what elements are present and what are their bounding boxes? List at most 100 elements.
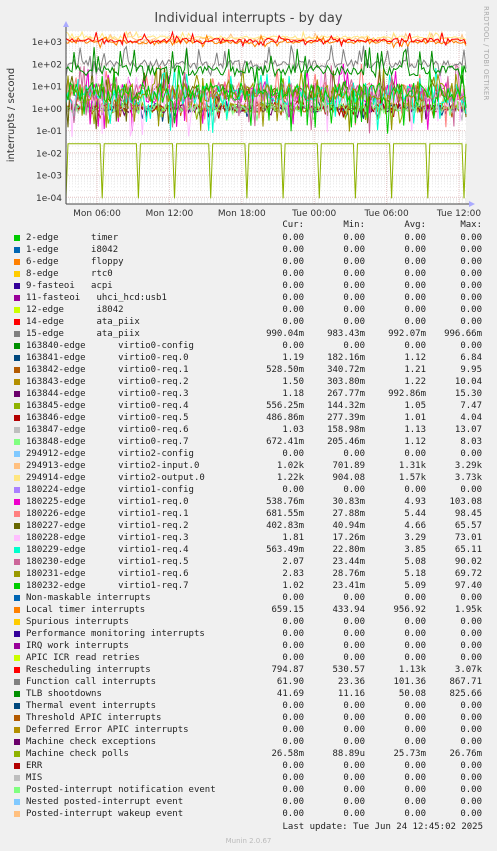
legend-swatch: [14, 283, 20, 289]
legend-value-min: 0.00: [343, 797, 365, 807]
legend-swatch: [14, 691, 20, 697]
legend-value-cur: 1.19: [282, 353, 304, 363]
legend-swatch: [14, 655, 20, 661]
legend-value-min: 0.00: [343, 617, 365, 627]
legend-value-max: 90.02: [454, 557, 482, 567]
legend-value-max: 4.04: [460, 413, 482, 423]
legend-value-max: 0.00: [460, 653, 482, 663]
legend-series-name: 163841-edge virtio0-req.0: [26, 353, 189, 363]
legend-series-name: 180231-edge virtio1-req.6: [26, 569, 189, 579]
x-tick-label: Tue 00:00: [291, 209, 336, 219]
legend-value-avg: 4.66: [404, 521, 426, 531]
legend-swatch: [14, 295, 20, 301]
legend-value-avg: 3.85: [404, 545, 426, 555]
legend-series-name: Deferred Error APIC interrupts: [26, 725, 189, 735]
legend-value-cur: 0.00: [282, 617, 304, 627]
legend-value-max: 0.00: [460, 761, 482, 771]
x-tick-label: Mon 06:00: [73, 209, 121, 219]
legend-value-min: 205.46m: [327, 437, 365, 447]
legend-value-cur: 659.15: [271, 605, 304, 615]
legend-value-min: 0.00: [343, 641, 365, 651]
legend-value-avg: 3.29: [404, 533, 426, 543]
legend-value-avg: 5.44: [404, 509, 426, 519]
legend-value-avg: 1.22: [404, 377, 426, 387]
legend-value-cur: 1.22k: [276, 473, 304, 483]
legend-swatch: [14, 763, 20, 769]
legend-value-avg: 0.00: [404, 617, 426, 627]
legend-value-max: 0.00: [460, 617, 482, 627]
legend-swatch: [14, 319, 20, 325]
legend-value-max: 97.40: [454, 581, 482, 591]
legend-value-avg: 0.00: [404, 293, 426, 303]
legend-swatch: [14, 775, 20, 781]
legend-value-max: 26.76m: [449, 749, 482, 759]
x-axis-tick-labels: Mon 06:00 Mon 12:00 Mon 18:00 Tue 00:00 Tue …: [73, 209, 481, 219]
legend-swatch: [14, 367, 20, 373]
legend-value-avg: 0.00: [404, 305, 426, 315]
legend-value-max: 69.72: [454, 569, 482, 579]
legend-swatch: [14, 271, 20, 277]
legend-value-cur: 0.00: [282, 269, 304, 279]
legend-value-cur: 0.00: [282, 641, 304, 651]
legend-series-name: 11-fasteoi uhci_hcd:usb1: [26, 293, 167, 303]
legend-swatch: [14, 811, 20, 817]
legend-value-avg: 0.00: [404, 725, 426, 735]
legend-value-min: 0.00: [343, 761, 365, 771]
legend-value-min: 0.00: [343, 269, 365, 279]
legend-value-avg: 1.05: [404, 401, 426, 411]
legend-value-avg: 0.00: [404, 341, 426, 351]
legend-value-avg: 0.00: [404, 653, 426, 663]
legend-value-min: 0.00: [343, 449, 365, 459]
legend-swatch: [14, 643, 20, 649]
legend-value-max: 6.84: [460, 353, 482, 363]
legend-value-cur: 0.00: [282, 317, 304, 327]
legend-value-cur: 0.00: [282, 653, 304, 663]
legend-swatch: [14, 583, 20, 589]
column-header-max: Max:: [460, 220, 482, 230]
legend-value-cur: 0.00: [282, 701, 304, 711]
legend-value-min: 17.26m: [332, 533, 365, 543]
legend-swatch: [14, 703, 20, 709]
legend-series-name: Thermal event interrupts: [26, 701, 157, 711]
legend-series-name: 15-edge ata_piix: [26, 329, 140, 339]
legend-value-max: 0.00: [460, 785, 482, 795]
legend-value-cur: 0.00: [282, 293, 304, 303]
legend-swatch: [14, 391, 20, 397]
x-axis-arrow: [469, 201, 475, 207]
legend-series-name: 163843-edge virtio0-req.2: [26, 377, 189, 387]
column-header-min: Min:: [343, 220, 365, 230]
legend-value-max: 0.00: [460, 305, 482, 315]
legend-series-name: 294914-edge virtio2-output.0: [26, 473, 205, 483]
legend-value-min: 0.00: [343, 701, 365, 711]
y-tick-label: 1e+03: [32, 38, 62, 48]
legend-value-min: 433.94: [332, 605, 365, 615]
legend-value-max: 0.00: [460, 809, 482, 819]
legend-swatch: [14, 571, 20, 577]
legend-value-min: 144.32m: [327, 401, 365, 411]
legend-value-min: 88.89u: [332, 749, 365, 759]
legend-series-name: Non-maskable interrupts: [26, 593, 151, 603]
legend-swatch: [14, 415, 20, 421]
legend-series-name: 163842-edge virtio0-req.1: [26, 365, 189, 375]
y-tick-label: 1e-01: [36, 127, 62, 137]
legend-series-name: 9-fasteoi acpi: [26, 281, 113, 291]
legend-value-cur: 672.41m: [266, 437, 304, 447]
legend-value-max: 0.00: [460, 245, 482, 255]
legend-series-name: 180227-edge virtio1-req.2: [26, 521, 189, 531]
legend-value-cur: 1.18: [282, 389, 304, 399]
legend-value-max: 0.00: [460, 641, 482, 651]
legend-value-avg: 0.00: [404, 269, 426, 279]
legend-swatch: [14, 331, 20, 337]
legend-value-avg: 992.86m: [388, 389, 426, 399]
legend-value-avg: 0.00: [404, 809, 426, 819]
legend-value-max: 0.00: [460, 701, 482, 711]
legend-swatch: [14, 751, 20, 757]
legend-series-name: ERR: [26, 761, 43, 771]
legend-series-name: 163848-edge virtio0-req.7: [26, 437, 189, 447]
legend-value-cur: 556.25m: [266, 401, 304, 411]
legend-value-min: 22.80m: [332, 545, 365, 555]
legend-value-cur: 0.00: [282, 449, 304, 459]
legend-value-cur: 0.00: [282, 797, 304, 807]
legend-value-min: 182.16m: [327, 353, 365, 363]
legend-swatch: [14, 727, 20, 733]
